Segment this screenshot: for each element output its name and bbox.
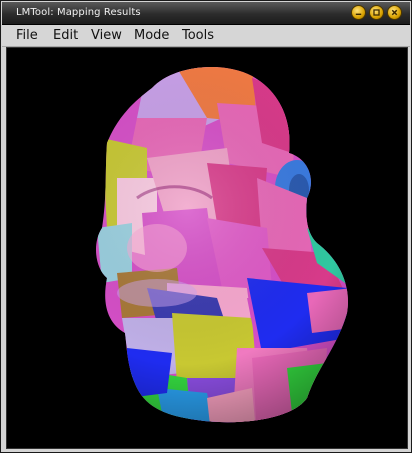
app-window: LMTool: Mapping Results File Edit View M… (0, 0, 412, 453)
menu-bar: File Edit View Mode Tools (2, 25, 410, 47)
minimize-button[interactable] (351, 5, 366, 20)
3d-viewport[interactable] (6, 47, 408, 449)
nose-highlight (127, 224, 187, 272)
close-button[interactable] (387, 5, 402, 20)
maximize-icon (373, 9, 380, 16)
title-bar[interactable]: LMTool: Mapping Results (2, 2, 410, 25)
window-title: LMTool: Mapping Results (16, 7, 141, 18)
lip-highlight (117, 279, 197, 307)
menu-edit[interactable]: Edit (51, 27, 80, 44)
close-icon (391, 9, 398, 16)
maximize-button[interactable] (369, 5, 384, 20)
menu-view[interactable]: View (89, 27, 124, 44)
minimize-icon (355, 13, 362, 16)
menu-tools[interactable]: Tools (180, 27, 216, 44)
mesh-segments (95, 66, 348, 423)
segmented-mesh-render (95, 66, 348, 423)
menu-file[interactable]: File (14, 27, 40, 44)
menu-mode[interactable]: Mode (132, 27, 171, 44)
